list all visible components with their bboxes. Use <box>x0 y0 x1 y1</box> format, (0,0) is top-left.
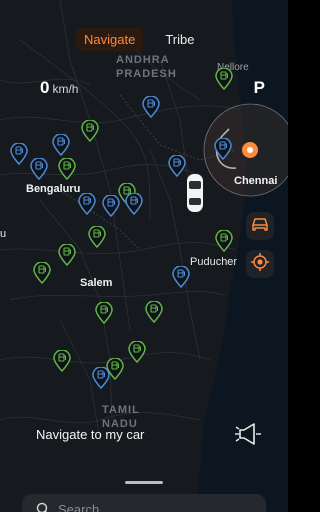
charger-pin[interactable] <box>172 265 190 293</box>
car-view-button[interactable] <box>246 212 274 240</box>
charger-pin[interactable] <box>92 366 110 394</box>
horn-button[interactable] <box>230 418 266 454</box>
region-label-pradesh: PRADESH <box>116 68 177 80</box>
charger-pin-icon <box>95 301 113 325</box>
charger-pin-icon <box>145 300 163 324</box>
charger-pin-icon <box>128 340 146 364</box>
vehicle-marker[interactable] <box>185 173 205 218</box>
speed-value: 0 <box>40 78 50 97</box>
charger-pin[interactable] <box>145 300 163 328</box>
city-label-chennai: Chennai <box>234 175 278 187</box>
charger-pin[interactable] <box>78 192 96 220</box>
city-label-salem: Salem <box>80 277 113 289</box>
charger-pin-icon <box>172 265 190 289</box>
gear-indicator: P <box>253 78 265 97</box>
search-icon <box>36 502 50 512</box>
charger-pin-icon <box>58 157 76 181</box>
charger-pin[interactable] <box>215 229 233 257</box>
charger-pin[interactable] <box>30 157 48 185</box>
charger-pin-icon <box>58 243 76 267</box>
charger-pin-icon <box>53 349 71 373</box>
charger-pin[interactable] <box>128 340 146 368</box>
charger-pin[interactable] <box>142 95 160 123</box>
charger-pin[interactable] <box>215 67 233 95</box>
charger-pin-icon <box>142 95 160 119</box>
locate-button[interactable] <box>246 250 274 278</box>
sheet-drag-handle[interactable] <box>125 481 163 484</box>
charger-pin[interactable] <box>81 119 99 147</box>
charger-pin[interactable] <box>33 261 51 289</box>
charger-pin-icon <box>52 133 70 157</box>
charger-pin-icon <box>88 225 106 249</box>
charger-pin[interactable] <box>10 142 28 170</box>
charger-pin-icon <box>10 142 28 166</box>
charger-pin-icon <box>33 261 51 285</box>
charger-pin-icon <box>125 192 143 216</box>
city-label-puducherry: Puducher <box>190 256 238 268</box>
map-screen: ANDHRA PRADESH TAMIL NADU Nellore Chenna… <box>0 0 288 512</box>
charger-pin-icon <box>168 154 186 178</box>
charger-pin-icon <box>102 194 120 218</box>
charger-pin[interactable] <box>168 154 186 182</box>
search-placeholder: Search <box>58 501 100 512</box>
destination-marker[interactable] <box>241 141 259 164</box>
charger-pin[interactable] <box>125 192 143 220</box>
region-label-tamil: TAMIL <box>102 404 140 416</box>
speed-readout: 0 km/h <box>40 78 78 98</box>
charger-pin[interactable] <box>58 243 76 271</box>
locate-target-icon <box>250 252 270 277</box>
charger-pin[interactable] <box>214 137 232 165</box>
city-label-partial: u <box>0 228 7 240</box>
charger-pin[interactable] <box>52 133 70 161</box>
mode-tabs: Navigate Tribe <box>76 28 202 51</box>
charger-pin[interactable] <box>53 349 71 377</box>
tab-navigate[interactable]: Navigate <box>76 28 144 51</box>
horn-icon <box>234 421 262 452</box>
region-label-andhra: ANDHRA <box>116 54 170 66</box>
charger-pin-icon <box>92 366 110 390</box>
charger-pin-icon <box>215 67 233 91</box>
charger-pin[interactable] <box>58 157 76 185</box>
charger-pin-icon <box>214 137 232 161</box>
charger-pin[interactable] <box>95 301 113 329</box>
charger-pin-icon <box>78 192 96 216</box>
navigate-to-car-button[interactable]: Navigate to my car <box>36 427 144 442</box>
charger-pin-icon <box>30 157 48 181</box>
charger-pin-icon <box>81 119 99 143</box>
tab-tribe[interactable]: Tribe <box>157 28 202 51</box>
car-icon <box>250 216 270 237</box>
charger-pin[interactable] <box>88 225 106 253</box>
charger-pin-icon <box>215 229 233 253</box>
search-bar[interactable]: Search <box>22 494 266 512</box>
charger-pin[interactable] <box>102 194 120 222</box>
speed-unit: km/h <box>52 82 79 96</box>
